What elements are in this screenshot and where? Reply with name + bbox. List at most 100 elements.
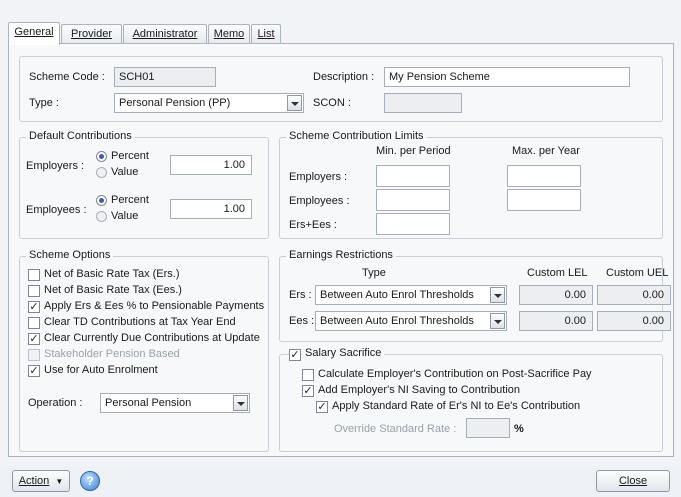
earnings-ees-label: Ees :	[289, 315, 315, 327]
checkmark-icon: ✓	[29, 365, 39, 377]
earnings-ers-uel-field[interactable]: 0.00	[597, 285, 671, 305]
custom-lel-header: Custom LEL	[527, 267, 588, 279]
tab-general[interactable]: General	[8, 22, 60, 45]
earnings-ees-type-value: Between Auto Enrol Thresholds	[320, 315, 474, 327]
chevron-down-icon[interactable]	[490, 313, 505, 329]
default-contributions-title: Default Contributions	[26, 130, 135, 142]
employers-label: Employers :	[26, 160, 85, 172]
tab-memo-label: Memo	[213, 28, 245, 40]
operation-label: Operation :	[28, 397, 83, 409]
operation-select[interactable]: Personal Pension	[100, 393, 250, 413]
chevron-down-icon[interactable]	[233, 395, 248, 411]
earnings-ees-uel-field[interactable]: 0.00	[597, 311, 671, 331]
limit-employees-min-field[interactable]	[376, 189, 450, 211]
custom-uel-header: Custom UEL	[606, 267, 669, 279]
employees-value-radio[interactable]	[96, 211, 107, 222]
earnings-ers-type-select[interactable]: Between Auto Enrol Thresholds	[315, 285, 507, 305]
scheme-options-title: Scheme Options	[26, 249, 114, 261]
earnings-ers-label: Ers :	[289, 289, 312, 301]
apply-standard-rate-label: Apply Standard Rate of Er's NI to Ee's C…	[332, 400, 581, 412]
tab-provider-label: Provider	[71, 28, 112, 40]
employees-label: Employees :	[26, 204, 87, 216]
tab-memo[interactable]: Memo	[208, 24, 250, 44]
tab-list-label: List	[257, 28, 275, 40]
add-ni-saving-label: Add Employer's NI Saving to Contribution	[318, 384, 521, 396]
stakeholder-label: Stakeholder Pension Based	[44, 348, 180, 360]
salary-sacrifice-checkbox[interactable]: ✓	[289, 349, 301, 361]
limits-employers-label: Employers :	[289, 171, 348, 183]
employers-value-radio[interactable]	[96, 167, 107, 178]
add-ni-saving-checkbox[interactable]: ✓	[302, 385, 314, 397]
limits-ers-ees-label: Ers+Ees :	[289, 219, 337, 231]
earnings-ees-type-select[interactable]: Between Auto Enrol Thresholds	[315, 311, 507, 331]
override-standard-rate-field[interactable]	[466, 418, 510, 438]
net-basic-ees-label: Net of Basic Rate Tax (Ees.)	[44, 284, 182, 296]
override-standard-rate-label: Override Standard Rate :	[334, 423, 457, 435]
tab-list[interactable]: List	[251, 24, 281, 44]
limit-employers-min-field[interactable]	[376, 165, 450, 187]
max-per-year-header: Max. per Year	[512, 145, 580, 157]
clear-current-due-checkbox[interactable]: ✓	[28, 333, 40, 345]
action-button[interactable]: Action ▼	[12, 470, 70, 492]
footer-bar: Action ▼ ? Close	[0, 466, 681, 497]
description-field[interactable]: My Pension Scheme	[384, 67, 630, 87]
checkmark-icon: ✓	[303, 385, 313, 397]
scon-field[interactable]	[384, 93, 462, 113]
employers-percent-radio[interactable]	[96, 151, 107, 162]
earnings-ers-type-value: Between Auto Enrol Thresholds	[320, 289, 474, 301]
stakeholder-checkbox[interactable]	[28, 349, 40, 361]
checkmark-icon: ✓	[29, 333, 39, 345]
description-label: Description :	[313, 71, 375, 83]
earnings-restrictions-group: Earnings Restrictions Type Custom LEL Cu…	[279, 249, 671, 342]
net-basic-ees-checkbox[interactable]	[28, 285, 40, 297]
scheme-header-group: Scheme Code : SCH01 Description : My Pen…	[19, 56, 663, 122]
limit-employers-max-field[interactable]	[507, 165, 581, 187]
employers-contribution-field[interactable]: 1.00	[170, 155, 252, 175]
apply-pensionable-checkbox[interactable]: ✓	[28, 301, 40, 313]
contribution-limits-title: Scheme Contribution Limits	[286, 130, 427, 142]
employers-percent-label: Percent	[111, 150, 149, 162]
chevron-down-icon[interactable]	[490, 287, 505, 303]
limit-ers-ees-min-field[interactable]	[376, 213, 450, 235]
earnings-ees-lel-field[interactable]: 0.00	[519, 311, 593, 331]
tab-provider[interactable]: Provider	[61, 24, 122, 44]
scheme-code-label: Scheme Code :	[29, 71, 105, 83]
earnings-ers-lel-field[interactable]: 0.00	[519, 285, 593, 305]
checkmark-icon: ✓	[290, 349, 300, 361]
clear-current-due-label: Clear Currently Due Contributions at Upd…	[44, 332, 260, 344]
tab-administrator[interactable]: Administrator	[123, 24, 207, 44]
checkmark-icon: ✓	[317, 401, 327, 413]
earnings-type-header: Type	[362, 267, 386, 279]
scon-label: SCON :	[313, 97, 351, 109]
limit-employees-max-field[interactable]	[507, 189, 581, 211]
tab-administrator-label: Administrator	[132, 28, 198, 40]
calc-post-sacrifice-checkbox[interactable]	[302, 369, 314, 381]
employees-contribution-field[interactable]: 1.00	[170, 199, 252, 219]
contribution-limits-group: Scheme Contribution Limits Min. per Peri…	[279, 130, 663, 239]
pension-scheme-window: General Provider Administrator Memo List…	[0, 0, 681, 497]
employers-value-label: Value	[111, 166, 139, 178]
close-button[interactable]: Close	[596, 470, 670, 492]
tab-general-label: General	[14, 26, 54, 38]
help-question-icon[interactable]: ?	[80, 471, 100, 491]
clear-td-checkbox[interactable]	[28, 317, 40, 329]
salary-sacrifice-label: Salary Sacrifice	[302, 347, 385, 359]
limits-employees-label: Employees :	[289, 195, 350, 207]
action-button-label: Action	[18, 475, 50, 487]
employees-percent-radio[interactable]	[96, 195, 107, 206]
chevron-down-icon[interactable]	[287, 95, 302, 111]
default-contributions-group: Default Contributions Employers : Percen…	[19, 130, 269, 239]
clear-td-label: Clear TD Contributions at Tax Year End	[44, 316, 236, 328]
type-select[interactable]: Personal Pension (PP)	[114, 93, 304, 113]
auto-enrolment-checkbox[interactable]: ✓	[28, 365, 40, 377]
chevron-down-icon: ▼	[55, 477, 64, 486]
apply-pensionable-label: Apply Ers & Ees % to Pensionable Payment…	[44, 300, 265, 312]
scheme-options-group: Scheme Options Net of Basic Rate Tax (Er…	[19, 249, 269, 452]
employees-value-label: Value	[111, 210, 139, 222]
salary-sacrifice-group: ✓ Salary Sacrifice Calculate Employer's …	[279, 347, 663, 452]
employees-percent-label: Percent	[111, 194, 149, 206]
auto-enrolment-label: Use for Auto Enrolment	[44, 364, 158, 376]
apply-standard-rate-checkbox[interactable]: ✓	[316, 401, 328, 413]
scheme-code-field[interactable]: SCH01	[114, 67, 216, 87]
net-basic-ers-checkbox[interactable]	[28, 269, 40, 281]
